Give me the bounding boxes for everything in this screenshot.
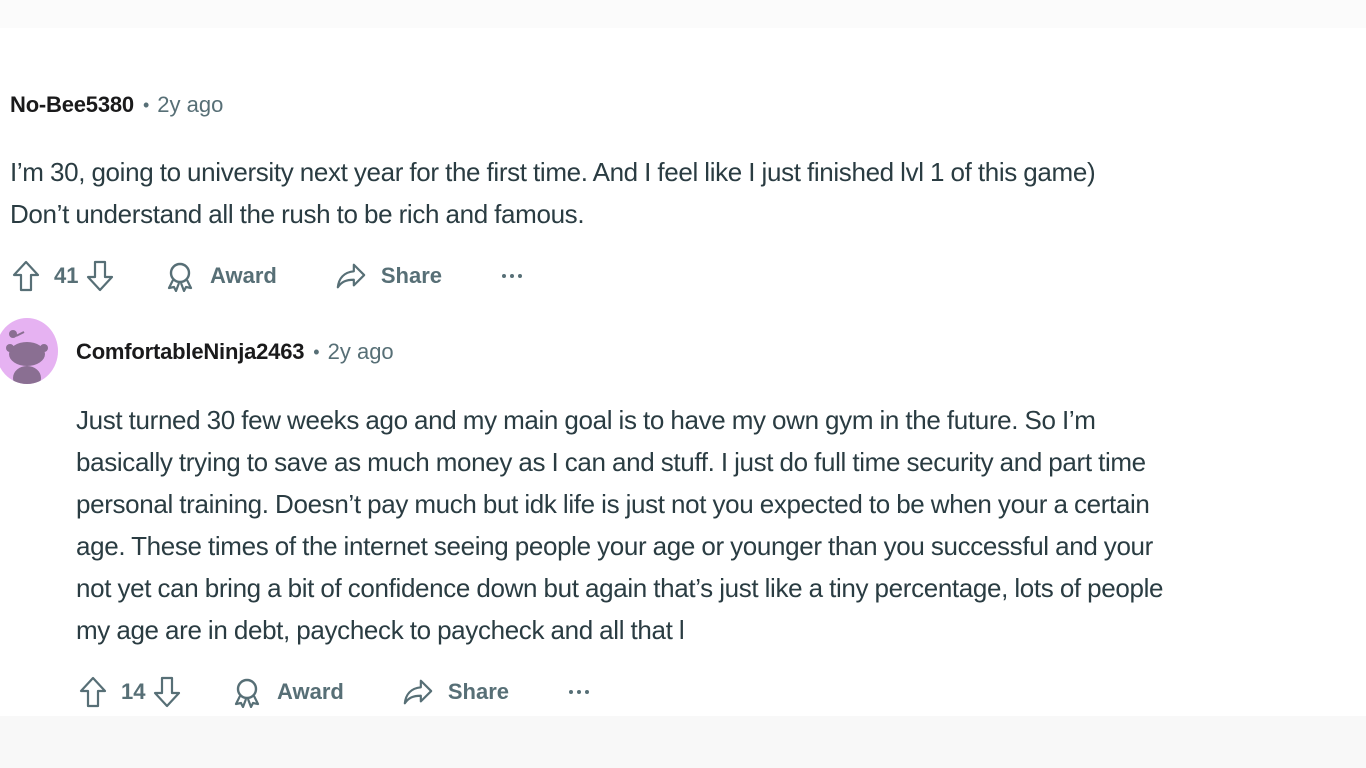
top-area — [0, 0, 1366, 28]
comment-1-line-2: Don’t understand all the rush to be rich… — [10, 199, 585, 229]
award-button[interactable]: Award — [164, 258, 277, 294]
comment-2-line-3: personal training. Doesn’t pay much but … — [76, 489, 1150, 519]
more-dots-icon — [502, 274, 522, 278]
comment-1-actions: 41 Award Share — [10, 256, 524, 296]
meta-separator: • — [313, 341, 320, 362]
share-button[interactable]: Share — [335, 258, 442, 294]
bottom-area — [0, 716, 1366, 768]
more-dots-icon — [569, 690, 589, 694]
award-label: Award — [210, 263, 277, 288]
comment-2-vote-count: 14 — [121, 679, 146, 704]
comment-2-line-6: my age are in debt, paycheck to paycheck… — [76, 615, 685, 645]
comment-2-actions: 14 Award Share — [77, 672, 591, 712]
award-label: Award — [277, 679, 344, 704]
comment-2-line-1: Just turned 30 few weeks ago and my main… — [76, 405, 1096, 435]
comment-2-line-4: age. These times of the internet seeing … — [76, 531, 1153, 561]
snoo-avatar-icon — [6, 330, 48, 384]
meta-separator: • — [142, 94, 150, 115]
upvote-arrow-icon — [12, 260, 40, 292]
comment-2-line-5: not yet can bring a bit of confidence do… — [76, 573, 1164, 603]
comment-thread: No-Bee5380 • 2y ago I’m 30, going to uni… — [0, 0, 1366, 768]
upvote-button[interactable] — [77, 674, 109, 710]
downvote-arrow-icon — [153, 676, 181, 708]
comment-1-author[interactable]: No-Bee5380 — [10, 92, 134, 118]
award-button[interactable]: Award — [231, 674, 344, 710]
comment-1-vote-count: 41 — [54, 263, 79, 288]
comment-2-body: Just turned 30 few weeks ago and my main… — [76, 399, 1366, 651]
comment-2-author[interactable]: ComfortableNinja2463 — [76, 339, 304, 365]
comment-2-header: ComfortableNinja2463 • 2y ago — [76, 335, 394, 369]
comment-2-avatar[interactable] — [0, 318, 58, 384]
comment-2-timestamp[interactable]: 2y ago — [328, 339, 394, 365]
upvote-button[interactable] — [10, 258, 42, 294]
comment-1-timestamp[interactable]: 2y ago — [157, 92, 223, 118]
share-label: Share — [447, 679, 509, 704]
upvote-arrow-icon — [79, 676, 107, 708]
more-options-button[interactable] — [500, 264, 524, 288]
downvote-button[interactable] — [84, 258, 116, 294]
award-ribbon-icon — [164, 260, 196, 292]
comment-2-line-2: basically trying to save as much money a… — [76, 447, 1146, 477]
downvote-arrow-icon — [86, 260, 114, 292]
share-button[interactable]: Share — [402, 674, 509, 710]
comment-1-line-1: I’m 30, going to university next year fo… — [10, 157, 1096, 187]
more-options-button[interactable] — [567, 680, 591, 704]
award-ribbon-icon — [231, 676, 263, 708]
share-arrow-icon — [335, 260, 367, 292]
comment-1-body: I’m 30, going to university next year fo… — [10, 151, 1350, 235]
comment-1-header: No-Bee5380 • 2y ago — [10, 88, 223, 122]
share-arrow-icon — [402, 676, 434, 708]
share-label: Share — [380, 263, 442, 288]
downvote-button[interactable] — [151, 674, 183, 710]
